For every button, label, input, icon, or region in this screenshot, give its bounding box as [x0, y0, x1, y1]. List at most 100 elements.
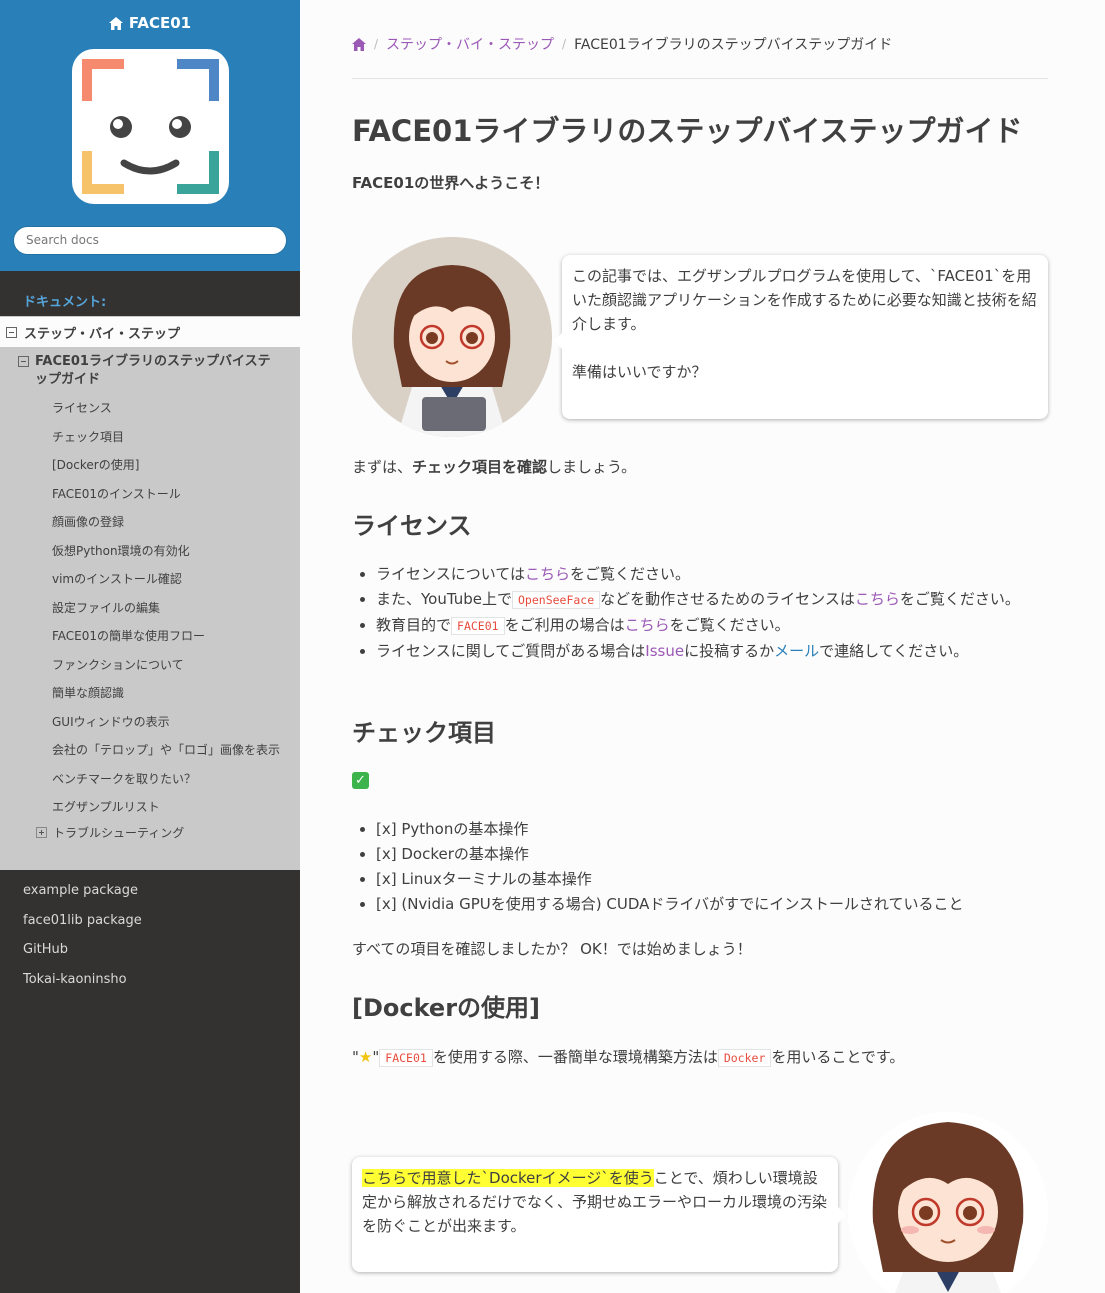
text: をご覧ください。 [899, 590, 1020, 608]
nav-subitem[interactable]: GUIウィンドウの表示 [52, 713, 282, 731]
breadcrumb: / ステップ・バイ・ステップ / FACE01ライブラリのステップバイステップガ… [352, 34, 892, 54]
bubble-text: 準備はいいですか？ [572, 363, 707, 381]
nav-subitem[interactable]: ベンチマークを取りたい？ [52, 770, 282, 788]
nav-item-step-by-step[interactable]: ステップ・バイ・ステップ [0, 316, 300, 347]
text: などを動作させるためのライセンスは [600, 590, 855, 608]
nav-subitem-troubleshooting[interactable]: トラブルシューティング [36, 824, 184, 841]
list-item: [x] Pythonの基本操作 [376, 817, 1048, 841]
nav-item-face01lib-package[interactable]: face01lib package [0, 906, 300, 936]
welcome-text: FACE01の世界へようこそ！ [352, 174, 550, 192]
bubble-text: こちらで用意した`Dockerイメージ`を使うことで、煩わしい環境設定から解放さ… [362, 1166, 828, 1238]
inline-code: Docker [717, 1049, 772, 1067]
nav-subitem[interactable]: [Dockerの使用] [52, 456, 282, 474]
text: をご覧ください。 [569, 565, 690, 583]
expand-icon[interactable] [36, 827, 47, 838]
highlighted-text: こちらで用意した`Dockerイメージ`を使う [362, 1169, 654, 1187]
text: まずは、 [352, 458, 413, 476]
girl-avatar-icon [393, 265, 511, 437]
nav-subitems: ライセンス チェック項目 [Dockerの使用] FACE01のインストール 顔… [52, 399, 282, 827]
nav-subitem[interactable]: 顔画像の登録 [52, 513, 282, 531]
check-mark-icon: ✓ [352, 772, 369, 789]
project-name: FACE01 [128, 14, 192, 32]
nav-subitem[interactable]: ライセンス [52, 399, 282, 417]
youtube-license-link[interactable]: こちら [855, 590, 900, 608]
speech-bubble: この記事では、エグザンプルプログラムを使用して、`FACE01`を用いた顔認識ア… [554, 255, 1048, 419]
text: で連絡してください。 [819, 642, 969, 660]
list-item: また、YouTube上でOpenSeeFaceなどを動作させるためのライセンスは… [376, 587, 1048, 612]
home-icon[interactable] [352, 37, 366, 51]
text: しましょう。 [547, 458, 637, 476]
license-link[interactable]: こちら [525, 565, 570, 583]
project-home-link[interactable]: FACE01 [108, 14, 192, 32]
issue-link[interactable]: Issue [645, 642, 684, 660]
text: 教育目的で [376, 616, 452, 634]
list-item: [x] (Nvidia GPUを使用する場合) CUDAドライバがすでにインスト… [376, 892, 1048, 916]
project-logo[interactable] [71, 48, 229, 204]
list-item: [x] Dockerの基本操作 [376, 842, 1048, 866]
license-list: ライセンスについてはこちらをご覧ください。 また、YouTube上でOpenSe… [376, 562, 1048, 664]
section-heading-checklist: チェック項目 [352, 719, 496, 747]
nav-subitem[interactable]: 仮想Python環境の有効化 [52, 542, 282, 560]
emphasis-text: チェック項目を確認 [412, 458, 548, 476]
nav-subitem[interactable]: FACE01の簡単な使用フロー [52, 627, 282, 645]
nav-subitem[interactable]: 設定ファイルの編集 [52, 599, 282, 617]
nav-item-label: トラブルシューティング [53, 826, 185, 840]
intro-paragraph: まずは、チェック項目を確認しましょう。 [352, 456, 636, 477]
star-icon: ★ [358, 1048, 373, 1066]
nav-subitem[interactable]: 会社の「テロップ」や「ロゴ」画像を表示 [52, 741, 282, 759]
nav-item-guide[interactable]: FACE01ライブラリのステップバイステップガイド [18, 353, 278, 389]
inline-code: FACE01 [451, 617, 505, 635]
section-heading-docker: [Dockerの使用] [352, 994, 541, 1022]
collapse-icon[interactable] [18, 356, 29, 367]
education-license-link[interactable]: こちら [625, 616, 670, 634]
docker-paragraph: "★" FACE01 を使用する際、一番簡単な環境構築方法は Docker を用いること… [352, 1046, 904, 1067]
nav-caption: ドキュメント: [23, 295, 107, 310]
speech-bubble: こちらで用意した`Dockerイメージ`を使うことで、煩わしい環境設定から解放さ… [352, 1157, 846, 1272]
nav-subsection: FACE01ライブラリのステップバイステップガイド ライセンス チェック項目 [… [0, 347, 300, 870]
nav-subitem[interactable]: ファンクションについて [52, 656, 282, 674]
checklist-summary: すべての項目を確認しましたか？ OK！では始めましょう！ [352, 940, 752, 958]
nav-subitem[interactable]: vimのインストール確認 [52, 570, 282, 588]
page-title: FACE01ライブラリのステップバイステップガイド [352, 114, 1023, 148]
character-avatar-image [352, 237, 552, 437]
face-logo-icon [81, 58, 219, 194]
nav-item-label: FACE01ライブラリのステップバイステップガイド [35, 354, 271, 387]
list-item: ライセンスについてはこちらをご覧ください。 [376, 562, 1048, 586]
list-item: [x] Linuxターミナルの基本操作 [376, 867, 1048, 891]
text: また、YouTube上で [376, 590, 512, 608]
nav-subitem[interactable]: 簡単な顔認識 [52, 684, 282, 702]
girl-avatar-icon [872, 1122, 1024, 1293]
home-icon [108, 16, 123, 30]
nav-item-example-package[interactable]: example package [0, 876, 300, 906]
text: に投稿するか [684, 642, 775, 660]
text: を用いることです。 [771, 1048, 905, 1066]
text: を使用する際、一番簡単な環境構築方法は [432, 1048, 718, 1066]
nav-item-tokai-kaoninsho[interactable]: Tokai-kaoninsho [0, 965, 300, 995]
search-input[interactable] [13, 225, 287, 255]
list-item: ライセンスに関してご質問がある場合はIssueに投稿するかメールで連絡してくださ… [376, 639, 1048, 663]
sidebar-header: FACE01 [0, 0, 300, 271]
nav-item-label: ステップ・バイ・ステップ [24, 326, 181, 342]
breadcrumb-current: FACE01ライブラリのステップバイステップガイド [574, 37, 893, 53]
bubble-text: この記事では、エグザンプルプログラムを使用して、`FACE01`を用いた顔認識ア… [572, 267, 1037, 333]
list-item: 教育目的でFACE01をご利用の場合はこちらをご覧ください。 [376, 613, 1048, 638]
sidebar: FACE01 ドキュメント: ステップ・バイ・ステップ FACE [0, 0, 300, 1293]
section-heading-license: ライセンス [352, 512, 472, 540]
divider [352, 78, 1048, 79]
breadcrumb-separator: / [562, 37, 567, 51]
checklist: [x] Pythonの基本操作 [x] Dockerの基本操作 [x] Linu… [376, 817, 1048, 917]
nav-subitem[interactable]: FACE01のインストール [52, 485, 282, 503]
character-avatar-image [848, 1112, 1048, 1293]
nav-item-github[interactable]: GitHub [0, 935, 300, 965]
inline-code: FACE01 [379, 1049, 433, 1067]
text: をご利用の場合は [504, 616, 625, 634]
nav-subitem[interactable]: エグザンプルリスト [52, 798, 282, 816]
text: をご覧ください。 [669, 616, 790, 634]
text: " [352, 1048, 359, 1066]
mail-link[interactable]: メール [774, 642, 819, 660]
text: ライセンスについては [376, 565, 525, 583]
nav-top-items: example package face01lib package GitHub… [0, 870, 300, 995]
collapse-icon[interactable] [6, 326, 17, 338]
breadcrumb-section-link[interactable]: ステップ・バイ・ステップ [386, 34, 554, 54]
nav-subitem[interactable]: チェック項目 [52, 428, 282, 446]
